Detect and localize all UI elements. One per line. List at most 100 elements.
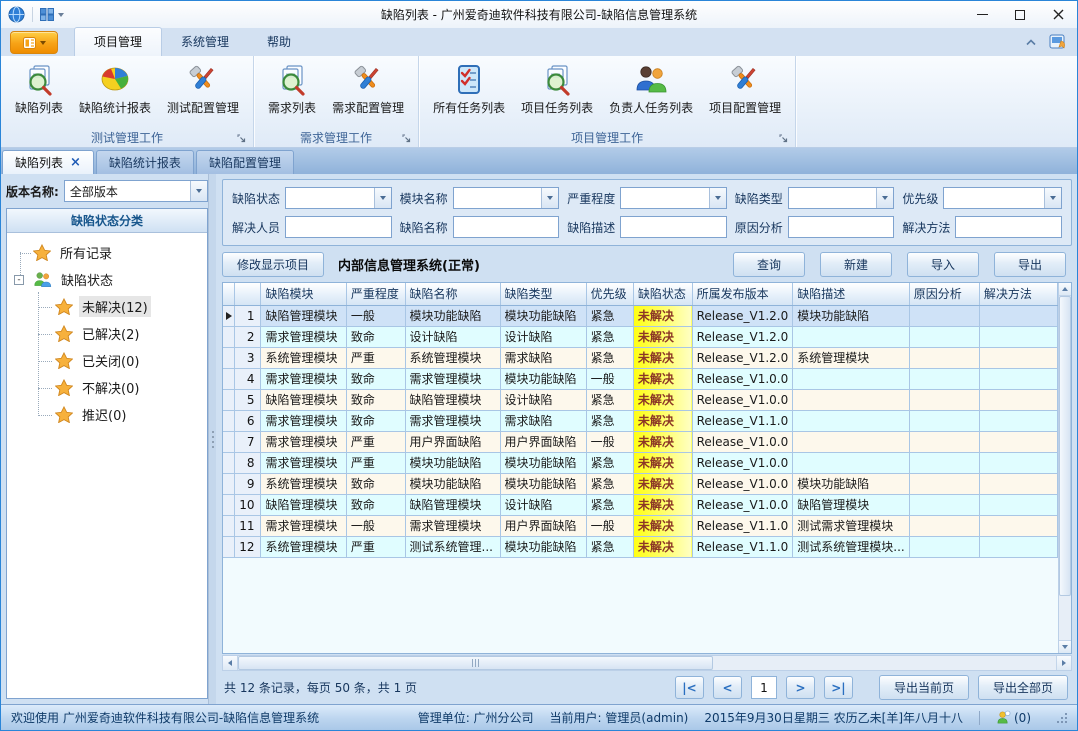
table-row[interactable]: 2需求管理模块致命设计缺陷设计缺陷紧急未解决Release_V1.2.0 (223, 326, 1058, 347)
import-button[interactable]: 导入 (907, 252, 979, 277)
dropdown-arrow-icon[interactable] (709, 188, 726, 208)
ribbon-tab-system-management[interactable]: 系统管理 (162, 28, 248, 56)
last-page-button[interactable]: >| (824, 676, 853, 699)
test-config-management-button[interactable]: 测试配置管理 (159, 60, 247, 117)
tree-item-postponed[interactable]: 推迟(0) (7, 401, 207, 428)
table-row[interactable]: 4需求管理模块致命需求管理模块模块功能缺陷一般未解决Release_V1.0.0 (223, 368, 1058, 389)
dropdown-arrow-icon[interactable] (374, 188, 391, 208)
solution-filter[interactable] (955, 216, 1062, 238)
table-row[interactable]: 1缺陷管理模块一般模块功能缺陷模块功能缺陷紧急未解决Release_V1.2.0… (223, 305, 1058, 326)
table-row[interactable]: 12系统管理模块严重测试系统管理...模块功能缺陷紧急未解决Release_V1… (223, 536, 1058, 557)
tree-item-resolved[interactable]: 已解决(2) (7, 320, 207, 347)
dialog-launcher-icon[interactable] (402, 134, 411, 143)
modify-display-button[interactable]: 修改显示项目 (222, 252, 324, 277)
horizontal-scrollbar[interactable] (222, 655, 1072, 671)
severity-filter[interactable] (620, 187, 727, 209)
column-header[interactable]: 所属发布版本 (692, 283, 793, 305)
table-row[interactable]: 11需求管理模块一般需求管理模块用户界面缺陷一般未解决Release_V1.1.… (223, 515, 1058, 536)
vertical-scroll-thumb[interactable] (1059, 296, 1071, 596)
tree-item-closed[interactable]: 已关闭(0) (7, 347, 207, 374)
defect-name-filter-field: 缺陷名称 (400, 216, 560, 238)
help-button[interactable] (1049, 34, 1067, 50)
horizontal-scroll-thumb[interactable] (238, 656, 713, 670)
requirement-list-button[interactable]: 需求列表 (260, 60, 324, 117)
column-header[interactable]: 解决方法 (979, 283, 1057, 305)
project-config-management-button[interactable]: 项目配置管理 (701, 60, 789, 117)
export-current-page-button[interactable]: 导出当前页 (879, 675, 969, 700)
priority-filter[interactable] (943, 187, 1062, 209)
table-row[interactable]: 6需求管理模块致命需求管理模块需求缺陷紧急未解决Release_V1.1.0 (223, 410, 1058, 431)
cell: 一般 (586, 368, 633, 389)
all-task-list-button[interactable]: 所有任务列表 (425, 60, 513, 117)
defect-status-filter[interactable] (285, 187, 392, 209)
column-header[interactable]: 优先级 (586, 283, 633, 305)
collapse-ribbon-button[interactable] (1025, 39, 1037, 46)
new-button[interactable]: 新建 (820, 252, 892, 277)
dropdown-arrow-icon[interactable] (876, 188, 893, 208)
cell: 用户界面缺陷 (405, 431, 500, 452)
column-header[interactable]: 缺陷类型 (500, 283, 586, 305)
defect-list-tab[interactable]: 缺陷列表× (2, 150, 94, 174)
application-menu-button[interactable] (10, 31, 58, 54)
column-header[interactable]: 缺陷状态 (633, 283, 692, 305)
dropdown-arrow-icon[interactable] (1044, 188, 1061, 208)
dialog-launcher-icon[interactable] (779, 134, 788, 143)
defect-desc-filter[interactable] (620, 216, 727, 238)
ribbon-tab-help[interactable]: 帮助 (248, 28, 310, 56)
minimize-button[interactable] (963, 1, 1001, 28)
column-header[interactable]: 原因分析 (909, 283, 979, 305)
resolver-filter[interactable] (285, 216, 392, 238)
dialog-launcher-icon[interactable] (237, 134, 246, 143)
column-header[interactable]: 缺陷模块 (261, 283, 346, 305)
defect-list-button[interactable]: 缺陷列表 (7, 60, 71, 117)
quick-access-grid-icon[interactable] (40, 8, 64, 21)
defect-name-filter[interactable] (453, 216, 560, 238)
table-row[interactable]: 7需求管理模块严重用户界面缺陷用户界面缺陷一般未解决Release_V1.0.0 (223, 431, 1058, 452)
dropdown-arrow-icon[interactable] (190, 181, 207, 201)
resize-grip[interactable] (1057, 713, 1067, 723)
first-page-button[interactable]: |< (675, 676, 704, 699)
scroll-right-icon[interactable] (1056, 656, 1071, 670)
query-button[interactable]: 查询 (733, 252, 805, 277)
table-row[interactable]: 8需求管理模块严重模块功能缺陷模块功能缺陷紧急未解决Release_V1.0.0 (223, 452, 1058, 473)
ribbon-tab-project-management[interactable]: 项目管理 (74, 27, 162, 56)
next-page-button[interactable]: > (786, 676, 815, 699)
requirement-config-management-button[interactable]: 需求配置管理 (324, 60, 412, 117)
scroll-up-icon[interactable] (1059, 283, 1071, 296)
table-row[interactable]: 3系统管理模块严重系统管理模块需求缺陷紧急未解决Release_V1.2.0系统… (223, 347, 1058, 368)
vertical-scrollbar[interactable] (1058, 283, 1071, 653)
owner-task-list-button[interactable]: 负责人任务列表 (601, 60, 701, 117)
close-tab-icon[interactable]: × (70, 156, 81, 169)
project-task-list-button[interactable]: 项目任务列表 (513, 60, 601, 117)
tree-item-all-records[interactable]: 所有记录 (7, 239, 207, 266)
scroll-left-icon[interactable] (223, 656, 238, 670)
scroll-down-icon[interactable] (1059, 640, 1071, 653)
defect-config-tab[interactable]: 缺陷配置管理 (196, 150, 294, 174)
sidebar-splitter[interactable] (208, 174, 216, 704)
tree-item-unresolved[interactable]: 未解决(12) (7, 293, 207, 320)
version-combobox[interactable]: 全部版本 (64, 180, 208, 202)
tree-item-wont-resolve[interactable]: 不解决(0) (7, 374, 207, 401)
defect-stats-tab[interactable]: 缺陷统计报表 (96, 150, 194, 174)
table-row[interactable]: 5缺陷管理模块致命缺陷管理模块设计缺陷紧急未解决Release_V1.0.0 (223, 389, 1058, 410)
export-all-pages-button[interactable]: 导出全部页 (978, 675, 1068, 700)
page-number-input[interactable]: 1 (751, 676, 777, 699)
prev-page-button[interactable]: < (713, 676, 742, 699)
defect-type-filter[interactable] (788, 187, 895, 209)
module-name-filter[interactable] (453, 187, 560, 209)
close-button[interactable] (1039, 1, 1077, 28)
export-button[interactable]: 导出 (994, 252, 1066, 277)
column-header[interactable]: 缺陷名称 (405, 283, 500, 305)
dropdown-arrow-icon[interactable] (541, 188, 558, 208)
column-header[interactable]: 缺陷描述 (793, 283, 909, 305)
cause-analysis-filter[interactable] (788, 216, 895, 238)
cell (979, 389, 1057, 410)
maximize-button[interactable] (1001, 1, 1039, 28)
cell: 紧急 (586, 305, 633, 326)
defect-stats-report-button[interactable]: 缺陷统计报表 (71, 60, 159, 117)
table-row[interactable]: 10缺陷管理模块致命缺陷管理模块设计缺陷紧急未解决Release_V1.0.0缺… (223, 494, 1058, 515)
tree-item-defect-status[interactable]: -缺陷状态 (7, 266, 207, 293)
table-row[interactable]: 9系统管理模块致命模块功能缺陷模块功能缺陷紧急未解决Release_V1.0.0… (223, 473, 1058, 494)
column-header[interactable]: 严重程度 (346, 283, 405, 305)
collapse-icon[interactable]: - (14, 275, 24, 285)
